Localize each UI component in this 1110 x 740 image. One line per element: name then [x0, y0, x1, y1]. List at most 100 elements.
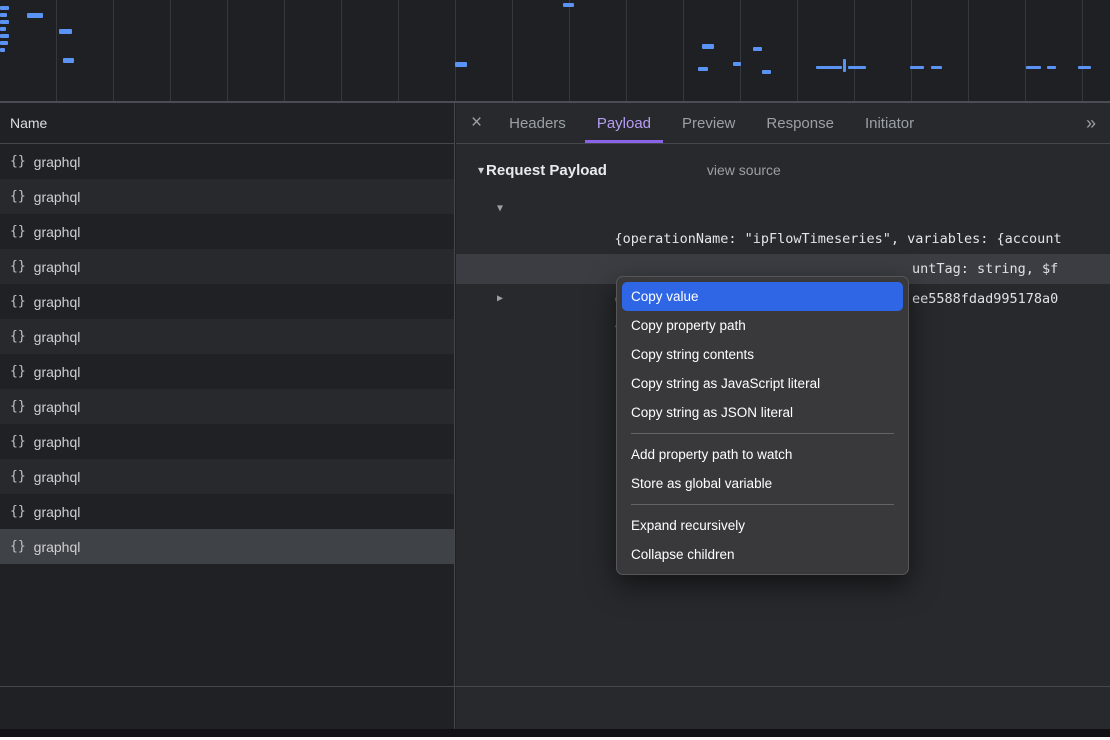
request-name: graphql: [34, 539, 81, 555]
braces-icon: {}: [10, 504, 26, 519]
network-request-row[interactable]: {} graphql: [0, 179, 454, 214]
menu-item-copy-property-path[interactable]: Copy property path: [622, 311, 903, 340]
waterfall-bar: [1026, 66, 1041, 69]
request-name: graphql: [34, 294, 81, 310]
request-name: graphql: [34, 329, 81, 345]
network-overview-strip[interactable]: [0, 0, 1110, 103]
request-name: graphql: [34, 364, 81, 380]
pane-footer-divider: [0, 686, 1110, 687]
waterfall-bar: [0, 27, 6, 31]
menu-item-copy-string-as-javascript-literal[interactable]: Copy string as JavaScript literal: [622, 369, 903, 398]
braces-icon: {}: [10, 294, 26, 309]
waterfall-bar: [910, 66, 924, 69]
network-request-row[interactable]: {} graphql: [0, 319, 454, 354]
column-header-name[interactable]: Name: [0, 103, 454, 144]
waterfall-bar: [733, 62, 741, 66]
menu-item-copy-string-as-json-literal[interactable]: Copy string as JSON literal: [622, 398, 903, 427]
request-name: graphql: [34, 399, 81, 415]
braces-icon: {}: [10, 399, 26, 414]
waterfall-bar: [563, 3, 574, 7]
network-request-row[interactable]: {} graphql: [0, 424, 454, 459]
tree-row-root[interactable]: ▼{operationName: "ipFlowTimeseries", var…: [456, 194, 1110, 224]
waterfall-bar: [848, 66, 866, 69]
network-request-row[interactable]: {} graphql: [0, 284, 454, 319]
expand-arrow-icon[interactable]: ▼: [497, 194, 503, 224]
request-name: graphql: [34, 189, 81, 205]
waterfall-bar: [0, 48, 5, 52]
tab-response[interactable]: Response: [754, 103, 846, 143]
braces-icon: {}: [10, 469, 26, 484]
braces-icon: {}: [10, 224, 26, 239]
request-list: {} graphql {} graphql {} graphql {} graphql {} gr…: [0, 144, 454, 564]
request-name: graphql: [34, 154, 81, 170]
section-title: Request Payload: [486, 162, 607, 179]
waterfall-bar: [843, 59, 846, 72]
request-name: graphql: [34, 434, 81, 450]
tab-headers[interactable]: Headers: [497, 103, 578, 143]
menu-item-add-property-path-to-watch[interactable]: Add property path to watch: [622, 440, 903, 469]
waterfall-bar: [59, 29, 72, 34]
detail-tabbar: × Headers Payload Preview Response Initi…: [456, 103, 1110, 144]
menu-separator: [631, 433, 894, 434]
braces-icon: {}: [10, 539, 26, 554]
menu-item-copy-string-contents[interactable]: Copy string contents: [622, 340, 903, 369]
waterfall-bar: [1078, 66, 1091, 69]
request-name: graphql: [34, 259, 81, 275]
waterfall-bar: [0, 34, 9, 38]
network-request-row[interactable]: {} graphql: [0, 354, 454, 389]
waterfall-bar: [753, 47, 762, 51]
menu-separator: [631, 504, 894, 505]
waterfall-bar: [0, 6, 9, 10]
tab-payload[interactable]: Payload: [585, 103, 663, 143]
braces-icon: {}: [10, 154, 26, 169]
menu-item-collapse-children[interactable]: Collapse children: [622, 540, 903, 569]
menu-item-expand-recursively[interactable]: Expand recursively: [622, 511, 903, 540]
window-bottom-edge: [0, 729, 1110, 737]
tab-initiator[interactable]: Initiator: [853, 103, 926, 143]
request-payload-section-header: ▾ Request Payload view source: [456, 158, 1110, 182]
network-request-row[interactable]: {} graphql: [0, 459, 454, 494]
braces-icon: {}: [10, 329, 26, 344]
devtools-window: Name {} graphql {} graphql {} graphql {} graphq…: [0, 0, 1110, 740]
waterfall-bar: [931, 66, 942, 69]
waterfall-bar: [0, 20, 9, 24]
waterfall-bar: [816, 66, 842, 69]
network-panel: Name {} graphql {} graphql {} graphql {} graphq…: [0, 103, 1110, 729]
network-request-row[interactable]: {} graphql: [0, 214, 454, 249]
context-menu: Copy valueCopy property pathCopy string …: [616, 276, 909, 575]
waterfall-bar: [455, 62, 467, 67]
waterfall-bar: [1047, 66, 1056, 69]
request-name: graphql: [34, 504, 81, 520]
braces-icon: {}: [10, 364, 26, 379]
menu-item-store-as-global-variable[interactable]: Store as global variable: [622, 469, 903, 498]
network-request-row[interactable]: {} graphql: [0, 249, 454, 284]
property-preview-right: ee5588fdad995178a0: [912, 284, 1058, 314]
section-disclosure-icon[interactable]: ▾: [478, 163, 484, 177]
braces-icon: {}: [10, 189, 26, 204]
waterfall-bar: [702, 44, 714, 49]
column-header-label: Name: [10, 115, 47, 131]
network-request-row[interactable]: {} graphql: [0, 389, 454, 424]
collapse-arrow-icon[interactable]: ▶: [497, 284, 503, 314]
more-tabs-icon[interactable]: »: [1072, 113, 1110, 134]
tree-row-operation-name[interactable]: operationName: "ipFlowTimeseries": [456, 224, 1110, 254]
request-name: graphql: [34, 224, 81, 240]
request-name: graphql: [34, 469, 81, 485]
waterfall-bar: [698, 67, 708, 71]
waterfall-bar: [63, 58, 74, 63]
network-request-row[interactable]: {} graphql: [0, 529, 454, 564]
view-source-link[interactable]: view source: [707, 162, 781, 178]
menu-item-copy-value[interactable]: Copy value: [622, 282, 903, 311]
property-value-right: untTag: string, $f: [912, 254, 1058, 284]
waterfall-bar: [0, 13, 7, 17]
network-request-table: Name {} graphql {} graphql {} graphql {} graphq…: [0, 103, 455, 729]
braces-icon: {}: [10, 434, 26, 449]
close-icon[interactable]: ×: [456, 103, 497, 143]
waterfall-bar: [762, 70, 771, 74]
network-request-row[interactable]: {} graphql: [0, 144, 454, 179]
waterfall-bar: [0, 41, 8, 45]
network-request-row[interactable]: {} graphql: [0, 494, 454, 529]
tab-preview[interactable]: Preview: [670, 103, 747, 143]
braces-icon: {}: [10, 259, 26, 274]
waterfall-bar: [27, 13, 43, 18]
